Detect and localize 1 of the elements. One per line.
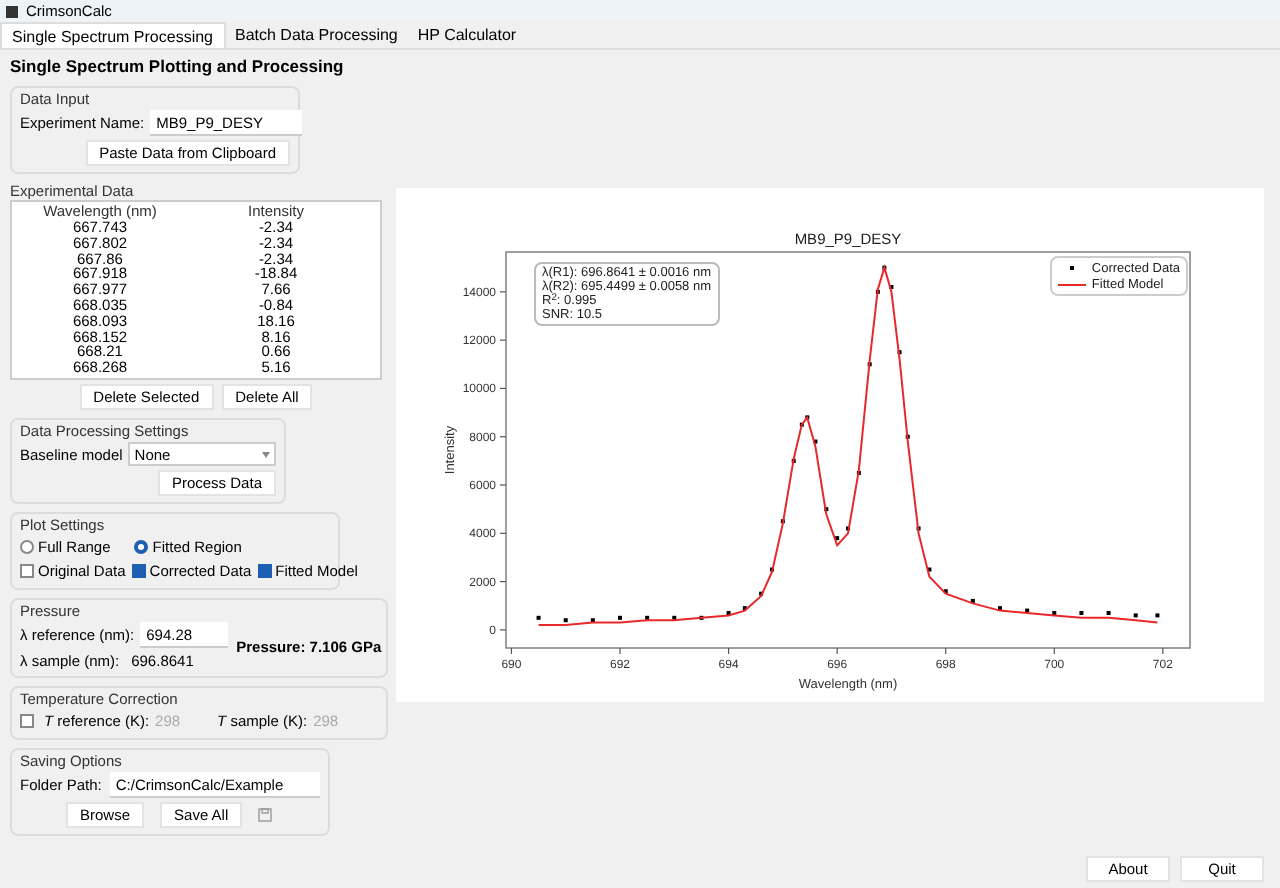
section-heading: Single Spectrum Plotting and Processing [10,56,344,78]
